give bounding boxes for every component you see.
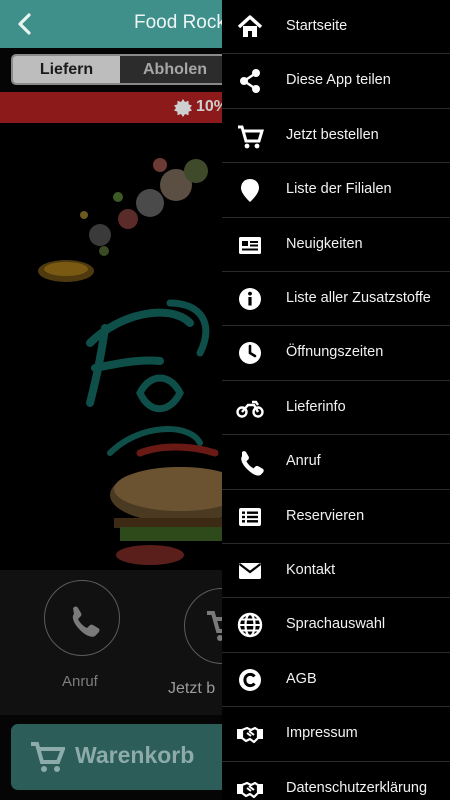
- drawer-item-label: Datenschutzerklärung: [286, 779, 428, 796]
- navigation-drawer: Startseite Diese App teilen Jetzt bestelle…: [222, 0, 450, 800]
- map-pin-icon: [241, 179, 259, 203]
- tab-liefern[interactable]: Liefern: [13, 56, 120, 83]
- drawer-item-neuigkeiten[interactable]: Neuigkeiten: [222, 218, 450, 272]
- back-button[interactable]: [8, 6, 44, 42]
- drawer-item-label: Anruf: [286, 453, 321, 470]
- drawer-item-label: Startseite: [286, 18, 348, 34]
- drawer-item-label: Reservieren: [286, 507, 365, 524]
- drawer-item-anruf[interactable]: Anruf: [222, 435, 450, 490]
- drawer-item-diese-app-teilen[interactable]: Diese App teilen: [222, 54, 450, 109]
- handshake-icon: [237, 781, 263, 798]
- drawer-item-liste-aller-zusatzstoffe[interactable]: Liste aller Zusatzstoffe: [222, 272, 450, 327]
- home-icon: [237, 15, 263, 37]
- info-icon: [239, 288, 261, 310]
- clock-icon: [239, 342, 261, 365]
- drawer-item-label: Liste aller Zusatzstoffe: [286, 290, 431, 306]
- motorcycle-icon: [236, 400, 264, 418]
- chevron-left-icon: [18, 13, 31, 35]
- drawer-item-datenschutzerklärung[interactable]: Datenschutzerklärung: [222, 762, 450, 800]
- drawer-item-reservieren[interactable]: Reservieren: [222, 490, 450, 544]
- drawer-item-agb[interactable]: AGB: [222, 653, 450, 708]
- drawer-item-label: Impressum: [286, 725, 358, 742]
- handshake-icon: [237, 727, 263, 744]
- call-action-button[interactable]: [44, 580, 120, 656]
- cart-icon: [238, 125, 264, 149]
- drawer-item-liste-der-filialen[interactable]: Liste der Filialen: [222, 163, 450, 218]
- drawer-item-label: Sprachauswahl: [286, 616, 386, 633]
- drawer-item-label: Diese App teilen: [286, 72, 391, 89]
- globe-icon: [237, 613, 263, 638]
- drawer-item-lieferinfo[interactable]: Lieferinfo: [222, 381, 450, 436]
- drawer-item-label: Kontakt: [286, 562, 336, 578]
- drawer-item-jetzt-bestellen[interactable]: Jetzt bestellen: [222, 109, 450, 164]
- copyright-icon: [239, 668, 261, 691]
- call-action-label: Anruf: [62, 673, 98, 690]
- drawer-item-öffnungszeiten[interactable]: Öffnungszeiten: [222, 326, 450, 381]
- tab-abholen[interactable]: Abholen: [120, 56, 230, 83]
- cart-label: Warenkorb: [75, 742, 195, 768]
- envelope-icon: [238, 563, 262, 579]
- news-icon: [239, 236, 261, 254]
- phone-icon: [72, 606, 100, 637]
- cart-icon: [31, 742, 65, 772]
- drawer-item-label: AGB: [286, 670, 317, 687]
- drawer-item-startseite[interactable]: Startseite: [222, 0, 450, 55]
- order-action-label: Jetzt b: [168, 680, 216, 697]
- drawer-item-label: Liste der Filialen: [286, 181, 392, 198]
- phone-icon: [241, 451, 264, 476]
- share-icon: [240, 69, 260, 94]
- drawer-item-sprachauswahl[interactable]: Sprachauswahl: [222, 598, 450, 653]
- drawer-item-label: Öffnungszeiten: [286, 344, 384, 361]
- list-icon: [239, 507, 261, 526]
- discount-badge-icon: [174, 99, 192, 117]
- drawer-item-label: Jetzt bestellen: [286, 126, 379, 143]
- drawer-item-label: Lieferinfo: [286, 398, 346, 415]
- order-mode-toggle: Liefern Abholen: [11, 54, 241, 85]
- drawer-item-impressum[interactable]: Impressum: [222, 707, 450, 762]
- drawer-item-label: Neuigkeiten: [286, 235, 363, 252]
- drawer-item-kontakt[interactable]: Kontakt: [222, 544, 450, 599]
